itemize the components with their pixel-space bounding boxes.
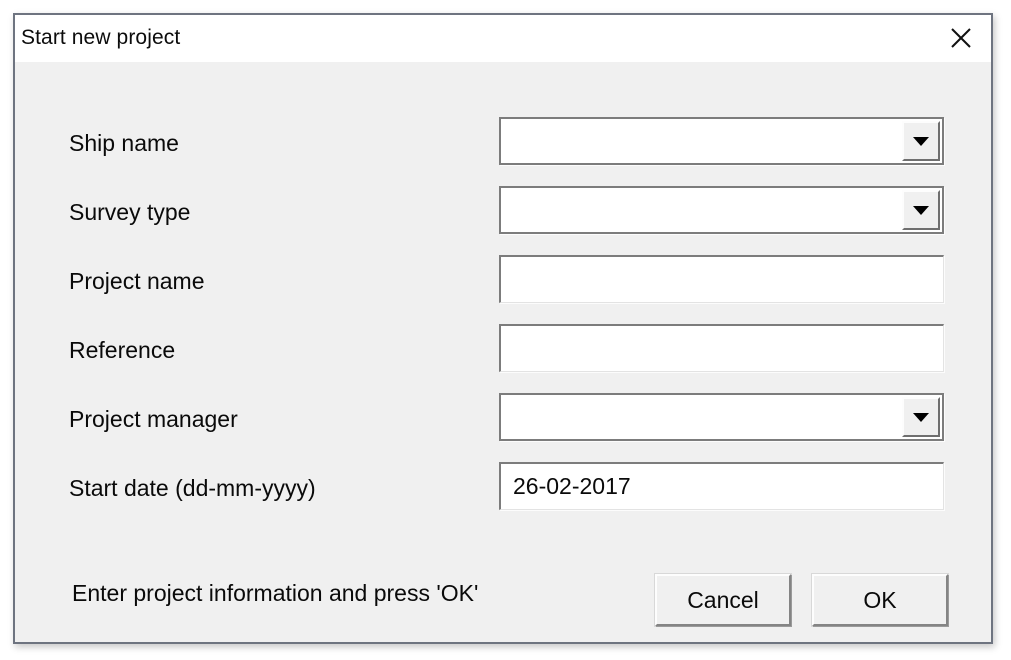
close-icon[interactable] [939,19,983,57]
chevron-down-icon[interactable] [902,190,940,230]
label-reference: Reference [69,337,176,363]
form-row-start-date: Start date (dd-mm-yyyy) 26-02-2017 [15,462,991,514]
reference-input[interactable] [499,324,944,372]
dialog-title: Start new project [21,26,181,49]
label-survey-type: Survey type [69,199,191,225]
project-manager-combobox[interactable] [499,393,944,441]
label-project-name: Project name [69,268,205,294]
label-ship-name: Ship name [69,130,179,156]
label-project-manager: Project manager [69,406,238,432]
start-date-input[interactable]: 26-02-2017 [499,462,944,510]
footer-hint-text: Enter project information and press 'OK' [72,580,479,606]
start-new-project-dialog: Start new project Ship name Survey type [13,13,993,644]
start-date-value: 26-02-2017 [513,473,631,499]
ok-button[interactable]: OK [812,574,948,626]
chevron-down-icon[interactable] [902,397,940,437]
form-row-reference: Reference [15,324,991,376]
ship-name-combobox[interactable] [499,117,944,165]
dialog-titlebar: Start new project [15,15,991,62]
form-row-project-manager: Project manager [15,393,991,445]
form-row-project-name: Project name [15,255,991,307]
project-name-input[interactable] [499,255,944,303]
form-row-ship-name: Ship name [15,117,991,169]
survey-type-combobox[interactable] [499,186,944,234]
chevron-down-icon[interactable] [902,121,940,161]
form-row-survey-type: Survey type [15,186,991,238]
cancel-button[interactable]: Cancel [655,574,791,626]
dialog-form: Ship name Survey type Project name Refer… [15,62,991,642]
label-start-date: Start date (dd-mm-yyyy) [69,475,316,501]
